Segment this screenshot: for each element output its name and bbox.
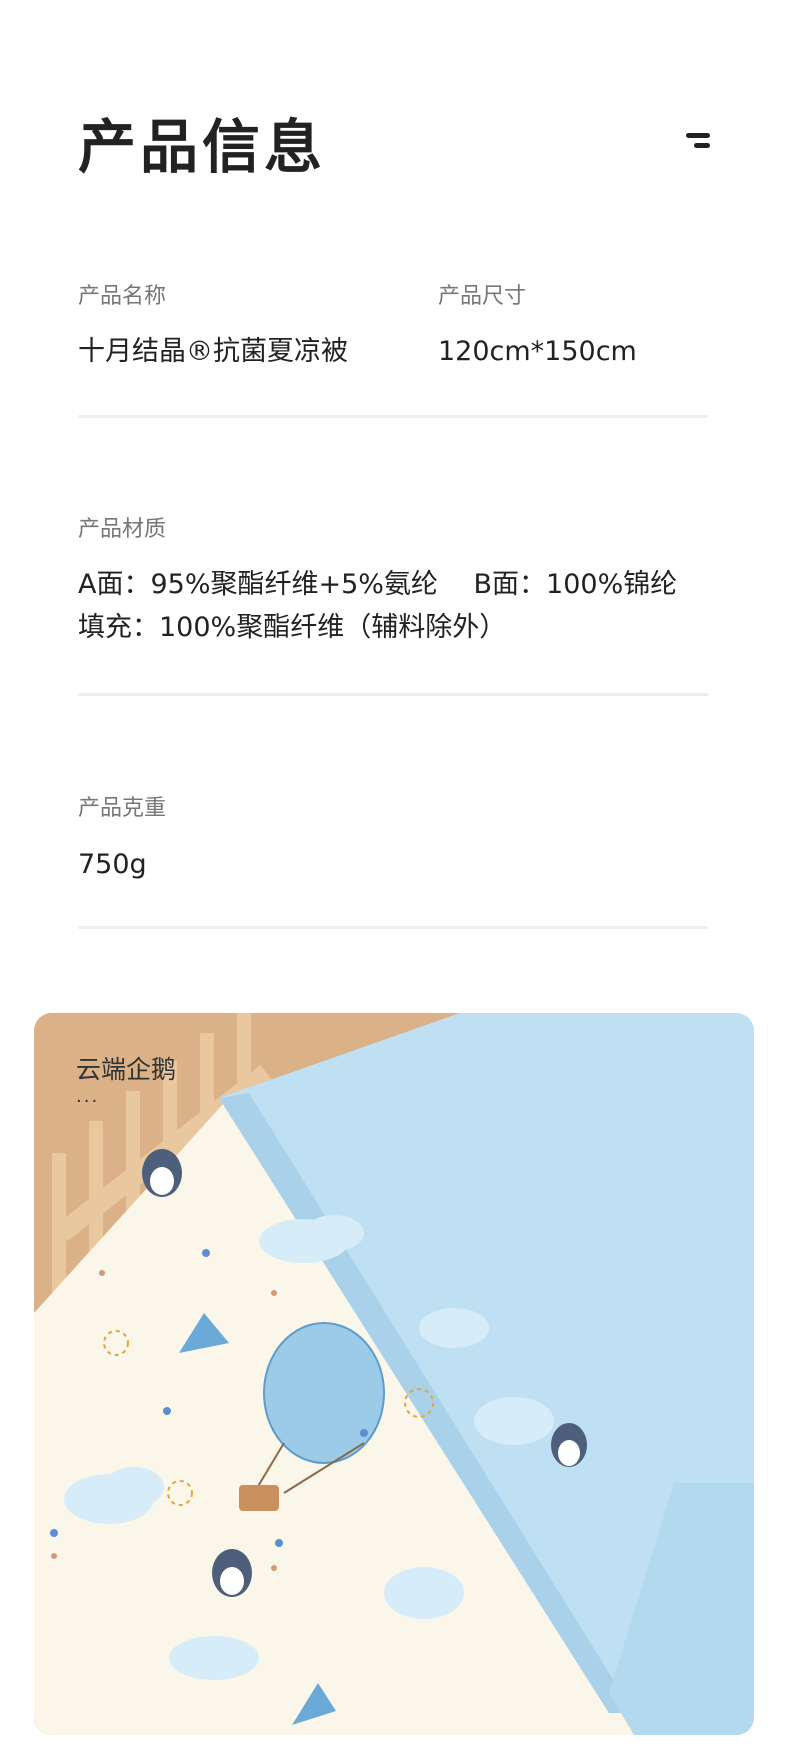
page-title: 产品信息	[78, 113, 327, 181]
product-material-line-2: 填充：100%聚酯纤维（辅料除外）	[78, 612, 507, 643]
quilt-illustration	[34, 1013, 754, 1735]
divider	[78, 693, 708, 696]
product-photo: 云端企鹅 ···	[34, 1013, 754, 1735]
divider	[78, 926, 708, 929]
product-size-label: 产品尺寸	[438, 284, 527, 309]
photo-caption: 云端企鹅	[76, 1055, 177, 1084]
product-material-line-1: A面：95%聚酯纤维+5%氨纶 B面：100%锦纶	[78, 569, 678, 600]
product-size-value: 120cm*150cm	[438, 336, 637, 367]
divider	[78, 415, 708, 418]
product-name-value: 十月结晶®抗菌夏凉被	[78, 336, 348, 367]
product-name-label: 产品名称	[78, 284, 167, 309]
brand-stripes-icon	[680, 130, 710, 156]
product-weight-label: 产品克重	[78, 796, 167, 821]
product-material-label: 产品材质	[78, 517, 167, 542]
product-weight-value: 750g	[78, 849, 147, 880]
photo-caption-dots: ···	[76, 1091, 100, 1112]
